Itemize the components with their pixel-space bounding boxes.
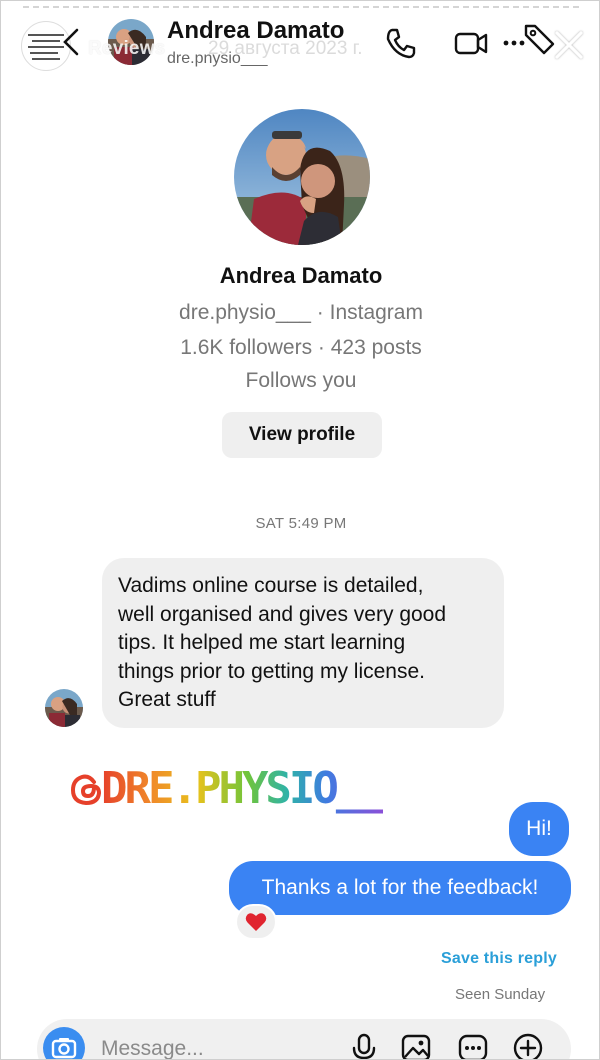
- microphone-icon[interactable]: [347, 1031, 381, 1060]
- outgoing-message-bubble[interactable]: Thanks a lot for the feedback!: [229, 861, 571, 915]
- message-line: Vadims online course is detailed,: [118, 574, 424, 597]
- header-contact-name[interactable]: Andrea Damato: [167, 17, 344, 45]
- camera-icon: [51, 1038, 77, 1059]
- incoming-message-bubble[interactable]: Vadims online course is detailed, well o…: [102, 558, 504, 728]
- message-line: things prior to getting my license.: [118, 659, 425, 683]
- profile-follows-line: Follows you: [245, 369, 357, 392]
- seen-status: Seen Sunday: [455, 986, 546, 1003]
- message-line: tips. It helped me start learning: [118, 631, 406, 654]
- story-highlight-label: Reviews: [88, 38, 166, 59]
- sender-avatar[interactable]: [45, 689, 83, 727]
- profile-stats-line: 1.6K followers · 423 posts: [180, 336, 422, 359]
- profile-photo[interactable]: [234, 109, 370, 245]
- save-reply-link[interactable]: Save this reply: [441, 950, 557, 968]
- heart-reaction[interactable]: [235, 904, 277, 940]
- close-icon[interactable]: [551, 27, 587, 63]
- header-username: dre.pnysio___: [167, 50, 268, 67]
- camera-button[interactable]: [43, 1027, 85, 1059]
- story-frame: Reviews 29 августа 2023 г. Andrea Damato…: [0, 0, 600, 1060]
- threads-logo-icon: [70, 774, 102, 806]
- back-icon[interactable]: [59, 27, 81, 57]
- chat-header: Reviews 29 августа 2023 г. Andrea Damato…: [1, 1, 599, 91]
- phone-icon[interactable]: [383, 25, 419, 61]
- sticker-icon[interactable]: [456, 1031, 490, 1060]
- message-line: well organised and gives very good: [118, 602, 447, 626]
- gallery-icon[interactable]: [399, 1031, 433, 1060]
- view-profile-button[interactable]: View profile: [222, 412, 382, 458]
- profile-handle-line: dre.physio___ · Instagram: [179, 301, 423, 324]
- plus-icon[interactable]: [511, 1031, 545, 1060]
- video-icon[interactable]: [453, 25, 489, 61]
- message-line: Great stuff: [118, 688, 216, 711]
- username-sticker: DRE.PHYSIO__: [101, 763, 386, 814]
- outgoing-message-bubble[interactable]: Hi!: [509, 802, 569, 856]
- message-input[interactable]: [101, 1033, 341, 1059]
- message-timestamp: SAT 5:49 PM: [255, 515, 347, 532]
- profile-name: Andrea Damato: [219, 263, 383, 288]
- heart-icon: [245, 913, 267, 931]
